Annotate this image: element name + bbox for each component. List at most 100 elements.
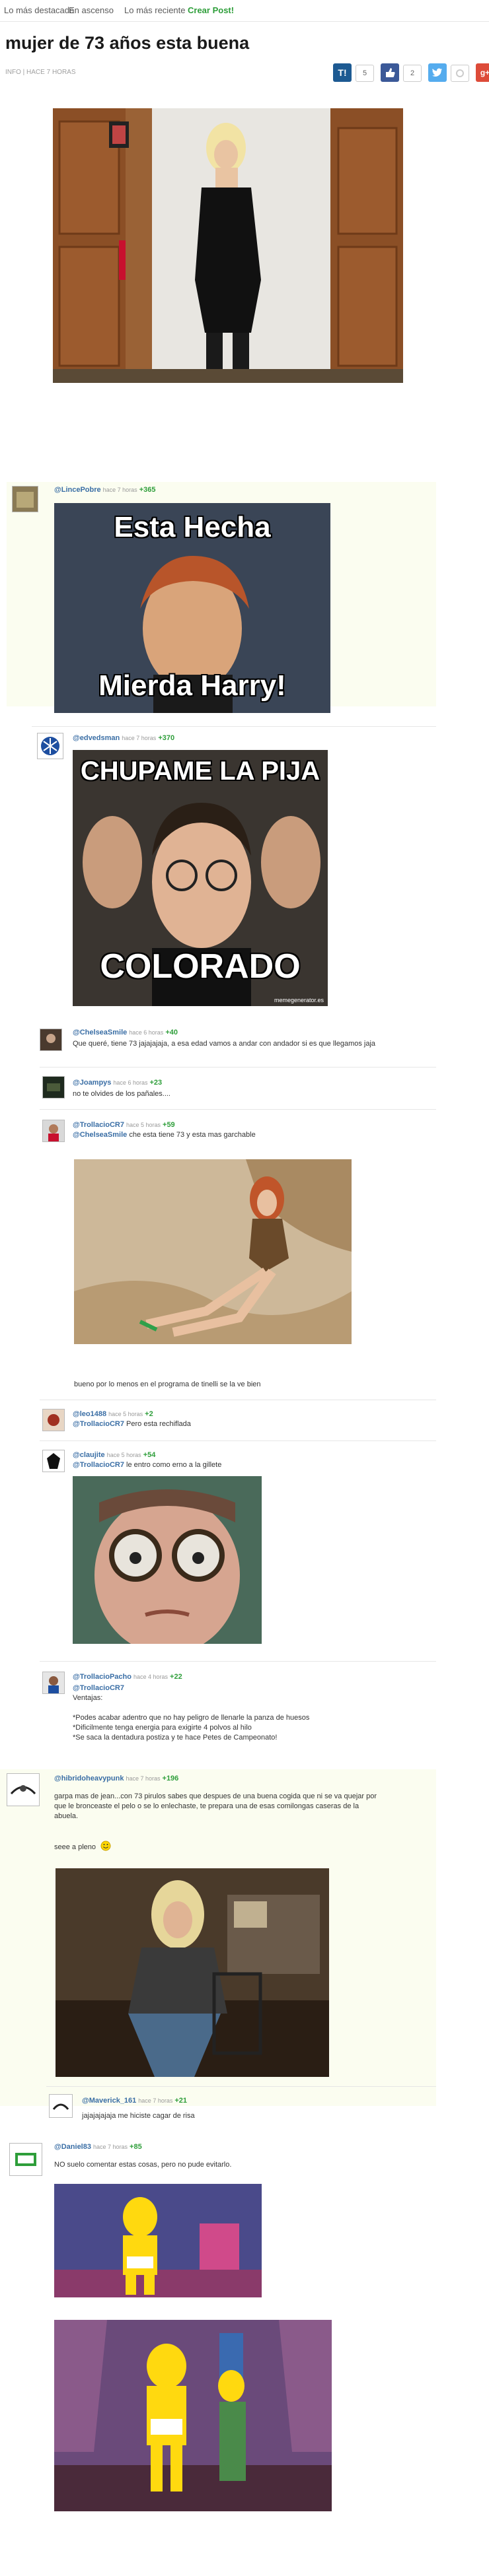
comment-after-text: bueno por lo menos en el programa de tin… [74,1380,261,1388]
twitter-icon [432,68,442,77]
comment-username[interactable]: @ChelseaSmile [73,1029,127,1036]
avatar[interactable] [42,1409,65,1431]
comment-body: le entro como erno a la gillete [126,1461,222,1469]
comment-username[interactable]: @Maverick_161 [82,2097,136,2105]
like-count: 2 [403,65,422,82]
comment-after-text: seee a pleno [54,1843,96,1851]
redhead-beach-photo [74,1159,352,1344]
comment-image [54,2184,262,2297]
comment-text: @TrollacioCR7 Pero esta rechiflada [73,1419,443,1429]
comment-header: @leo1488 hace 5 horas +2 [73,1410,153,1418]
comment-line: abuela. [54,1812,79,1820]
comment-username[interactable]: @hibridoheavypunk [54,1775,124,1782]
google-plus-share-button[interactable]: g+ [476,63,489,82]
avatar-image [43,1450,64,1472]
meme-bottom-text: Mierda Harry! [98,669,286,702]
comment-votes: +54 [143,1451,156,1459]
comment-image [74,1159,352,1344]
comment-time: hace 5 horas [126,1122,161,1128]
meme-top-text: CHUPAME LA PIJA [80,757,320,786]
nav-reciente[interactable]: Lo más reciente [124,5,186,15]
comment-image [54,2320,332,2511]
comment-text: @TrollacioCR7 le entro como erno a la gi… [73,1460,443,1470]
divider [32,726,436,727]
comment-username[interactable]: @TrollacioPacho [73,1673,132,1681]
comment-mention[interactable]: @ChelseaSmile [73,1131,127,1139]
avatar-image [38,733,63,759]
taringa-share-button[interactable]: T! [333,63,352,82]
avatar[interactable] [37,733,63,759]
avatar-image [43,1672,64,1693]
blonde-woman-photo [56,1868,329,2077]
comment-text: no te olvides de los pañales.... [73,1090,170,1098]
divider [46,2086,436,2087]
post-meta: INFO | HACE 7 HORAS [5,69,76,76]
loading-icon [456,69,464,77]
comment-body: che esta tiene 73 y esta mas garchable [129,1131,256,1139]
top-nav: Lo más destacado En ascenso Lo más recie… [0,0,489,21]
comment-line: Ventajas: [73,1694,103,1702]
create-post-link[interactable]: Crear Post! [188,5,234,15]
comment-mention[interactable]: @TrollacioCR7 [73,1461,124,1469]
twitter-share-button[interactable] [428,63,447,82]
comment-votes: +22 [170,1673,182,1681]
avatar-image [43,1409,64,1431]
comment-text: NO suelo comentar estas cosas, pero no p… [54,2161,232,2169]
comment-mention[interactable]: @TrollacioCR7 [73,1683,443,1693]
comment-username[interactable]: @edvedsman [73,734,120,742]
comment-votes: +2 [145,1410,153,1418]
avatar[interactable] [9,2143,42,2176]
avatar[interactable] [42,1076,65,1099]
comment-header: @hibridoheavypunk hace 7 horas +196 [54,1775,178,1782]
comment-username[interactable]: @claujite [73,1451,105,1459]
comment-line: *Podes acabar adentro que no hay peligro… [73,1714,310,1722]
comment-image [56,1868,329,2077]
comment-header: @claujite hace 5 horas +54 [73,1451,155,1459]
comment-time: hace 7 horas [122,735,157,741]
avatar-image [13,487,38,512]
comment-votes: +365 [139,486,156,494]
comment-header: @edvedsman hace 7 horas +370 [73,734,174,742]
comment-line: garpa mas de jean...con 73 pirulos sabes… [54,1792,377,1800]
avatar-image [40,1029,61,1050]
taringa-share-count: 5 [356,65,374,82]
meme-image: Esta Hecha Mierda Harry! [54,503,330,713]
post-title: mujer de 73 años esta buena [5,33,250,53]
comment-image [73,1476,262,1644]
avatar-image [7,1774,39,1806]
twitter-count [451,65,469,82]
meme-top-text: Esta Hecha [114,511,271,543]
comment-text: @TrollacioCR7 Ventajas: *Podes acabar ad… [73,1683,443,1743]
comment-username[interactable]: @TrollacioCR7 [73,1121,124,1129]
avatar[interactable] [40,1029,62,1051]
avatar[interactable] [42,1450,65,1472]
nav-destacado[interactable]: Lo más destacado [4,5,74,15]
comment-username[interactable]: @Joampys [73,1079,111,1087]
comment-username[interactable]: @leo1488 [73,1410,106,1418]
homer-simpson-gif-1 [54,2184,262,2297]
woman-photo [53,108,403,383]
avatar[interactable] [7,1773,40,1806]
avatar[interactable] [42,1120,65,1142]
avatar[interactable] [49,2094,73,2118]
comment-mention[interactable]: @TrollacioCR7 [73,1420,124,1428]
avatar-image [43,1120,64,1141]
nav-ascenso[interactable]: En ascenso [69,5,114,15]
like-button[interactable] [381,63,399,82]
thumbs-up-icon [386,68,395,77]
meme-image: CHUPAME LA PIJA COLORADO memegenerator.e… [73,750,328,1006]
divider [40,1661,436,1662]
avatar-image [10,2144,42,2175]
comment-header: @TrollacioPacho hace 4 horas +22 [73,1673,182,1681]
divider [40,1067,436,1068]
share-bar: T! 5 2 g+ [282,63,489,85]
comment-votes: +196 [162,1775,179,1782]
comment-header: @Daniel83 hace 7 horas +85 [54,2143,142,2151]
comment-username[interactable]: @Daniel83 [54,2143,91,2151]
comment-username[interactable]: @LincePobre [54,486,101,494]
comment-header: @Maverick_161 hace 7 horas +21 [82,2097,187,2105]
avatar[interactable] [42,1672,65,1694]
avatar[interactable] [12,486,38,512]
comment-text: @ChelseaSmile che esta tiene 73 y esta m… [73,1130,443,1140]
comment-line: *Dificilmente tenga energia para exigirt… [73,1724,252,1732]
